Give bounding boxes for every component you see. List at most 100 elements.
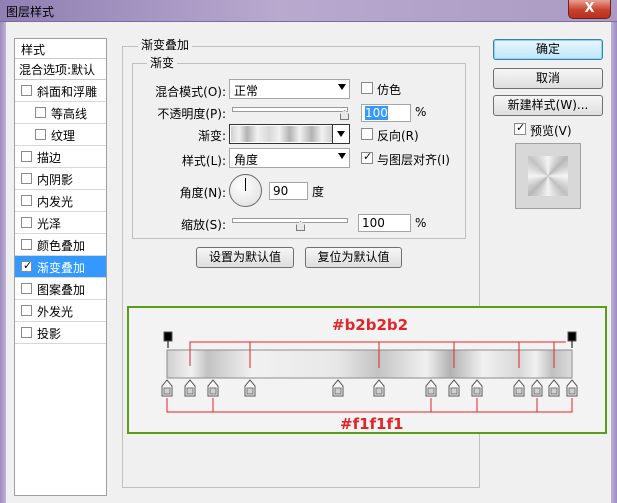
style-item[interactable]: 斜面和浮雕	[15, 80, 106, 102]
bottom-color-callout	[166, 398, 573, 413]
color-stop[interactable]	[184, 379, 196, 397]
color-stop[interactable]	[513, 379, 525, 397]
style-item-checkbox[interactable]	[21, 239, 32, 250]
reverse-checkbox[interactable]	[361, 128, 373, 140]
style-item[interactable]: 内发光	[15, 190, 106, 212]
style-item[interactable]: 投影	[15, 322, 106, 344]
align-with-layer-label: 与图层对齐(I)	[377, 153, 450, 167]
color-stop[interactable]	[244, 379, 256, 397]
opacity-stop-right[interactable]	[567, 331, 577, 348]
title-bar: 图层样式	[0, 0, 617, 22]
bottom-color-label: #f1f1f1	[340, 415, 404, 433]
color-stop[interactable]	[425, 379, 437, 397]
ok-button[interactable]: 确定	[493, 39, 603, 60]
style-value: 角度	[234, 153, 259, 167]
blend-mode-label: 混合模式(O):	[155, 85, 226, 99]
checkmark-icon: ✓	[363, 150, 373, 163]
gradient-annotation: #b2b2b2 #f1f1f1	[127, 306, 607, 434]
style-item-checkbox[interactable]	[21, 217, 32, 228]
style-item-checkbox[interactable]	[35, 107, 46, 118]
scale-input[interactable]: 100	[358, 214, 411, 232]
color-stop[interactable]	[207, 379, 219, 397]
style-item-checkbox[interactable]	[21, 327, 32, 338]
style-item-checkbox[interactable]	[21, 173, 32, 184]
style-list-header[interactable]: 样式	[15, 39, 106, 59]
style-item[interactable]: 光泽	[15, 212, 106, 234]
opacity-input[interactable]: 100	[361, 104, 411, 122]
scale-slider[interactable]	[232, 218, 348, 223]
angle-label: 角度(N):	[179, 186, 226, 200]
dither-label: 仿色	[377, 83, 402, 97]
opacity-unit: %	[415, 105, 427, 119]
style-item[interactable]: 等高线	[15, 102, 106, 124]
dither-checkbox[interactable]	[361, 82, 373, 94]
color-stop[interactable]	[332, 379, 344, 397]
angle-unit: 度	[312, 185, 325, 199]
cancel-button[interactable]: 取消	[493, 68, 603, 89]
style-item[interactable]: 颜色叠加	[15, 234, 106, 256]
style-item-checkbox[interactable]	[21, 195, 32, 206]
style-item[interactable]: 描边	[15, 146, 106, 168]
preview-thumbnail	[528, 156, 568, 196]
style-item-label: 描边	[37, 151, 62, 165]
color-stop[interactable]	[448, 379, 460, 397]
style-item-checkbox[interactable]	[21, 151, 32, 162]
style-item[interactable]: 外发光	[15, 300, 106, 322]
checkmark-icon: ✓	[23, 259, 33, 272]
new-style-button[interactable]: 新建样式(W)...	[493, 95, 603, 116]
preview-label: 预览(V)	[530, 124, 572, 138]
gradient-swatch[interactable]	[231, 126, 332, 142]
blend-mode-select[interactable]: 正常	[229, 79, 350, 99]
opacity-slider[interactable]	[232, 107, 348, 112]
gradient-dropdown[interactable]	[332, 125, 349, 143]
color-stop[interactable]	[566, 379, 578, 397]
style-item-label: 渐变叠加	[37, 261, 86, 275]
align-with-layer-checkbox[interactable]: ✓	[361, 150, 373, 164]
preview-checkbox[interactable]: ✓	[514, 121, 526, 135]
style-item[interactable]: 内阴影	[15, 168, 106, 190]
opacity-stop-left[interactable]	[163, 331, 173, 348]
scale-value: 100	[362, 216, 385, 230]
chevron-down-icon	[338, 84, 346, 90]
color-stop[interactable]	[373, 379, 385, 397]
gradient-bar[interactable]	[166, 349, 573, 379]
set-default-button[interactable]: 设置为默认值	[196, 247, 294, 268]
style-item-label: 外发光	[37, 305, 74, 319]
window-frame-right	[611, 22, 617, 503]
gradient-picker[interactable]	[229, 124, 350, 144]
color-stops	[161, 379, 578, 397]
angle-dial[interactable]	[229, 174, 262, 207]
close-button[interactable]: X	[568, 0, 611, 19]
color-stop[interactable]	[471, 379, 483, 397]
gradient-label: 渐变:	[197, 129, 226, 143]
angle-needle-icon	[245, 178, 246, 191]
style-item-label: 内发光	[37, 195, 74, 209]
style-item-checkbox[interactable]: ✓	[21, 259, 33, 272]
style-item-label: 投影	[37, 327, 62, 341]
angle-input[interactable]: 90	[269, 182, 308, 200]
style-select[interactable]: 角度	[229, 148, 350, 168]
reset-default-button[interactable]: 复位为默认值	[305, 247, 402, 268]
style-label: 样式(L):	[181, 154, 226, 168]
color-stop[interactable]	[548, 379, 560, 397]
opacity-value: 100	[365, 106, 388, 120]
chevron-down-icon	[338, 153, 346, 159]
color-stop[interactable]	[531, 379, 543, 397]
top-color-label: #b2b2b2	[332, 316, 409, 334]
style-item-checkbox[interactable]	[35, 129, 46, 140]
style-item[interactable]: 图案叠加	[15, 278, 106, 300]
reverse-label: 反向(R)	[377, 129, 419, 143]
blend-options-item[interactable]: 混合选项:默认	[15, 59, 106, 80]
style-item-checkbox[interactable]	[21, 85, 32, 96]
style-item-label: 颜色叠加	[37, 239, 86, 253]
opacity-label: 不透明度(P):	[157, 107, 226, 121]
style-item-checkbox[interactable]	[21, 305, 32, 316]
window-title: 图层样式	[6, 5, 55, 19]
color-stop[interactable]	[161, 379, 173, 397]
style-item[interactable]: 纹理	[15, 124, 106, 146]
scale-label: 缩放(S):	[180, 218, 226, 232]
window-frame-left	[0, 22, 6, 503]
style-item[interactable]: ✓ 渐变叠加	[15, 256, 106, 278]
style-item-checkbox[interactable]	[21, 283, 32, 294]
style-list: 样式 混合选项:默认 斜面和浮雕 等高线 纹理描边内阴影内发光光泽颜色叠加 ✓ 渐变叠加…	[14, 38, 107, 496]
